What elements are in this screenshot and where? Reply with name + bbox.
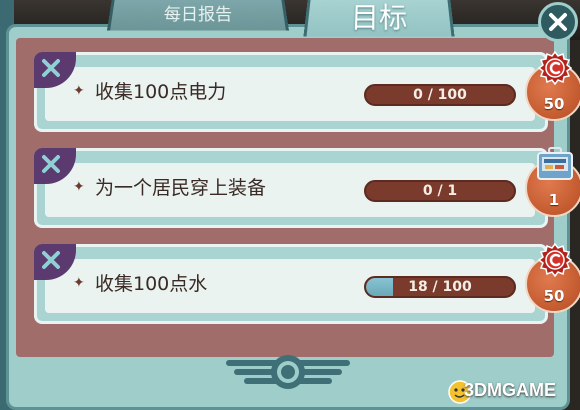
objective-progress-bar: 18 / 100 <box>364 276 516 298</box>
reward-badge: 50 <box>525 243 580 313</box>
objective-label: 收集100点电力 <box>95 81 227 103</box>
close-icon <box>42 59 60 77</box>
bullet-icon: ✦ <box>73 83 85 99</box>
watermark-text: 3DMGAME <box>464 380 557 400</box>
caps-icon <box>538 51 572 85</box>
objective-label: 收集100点水 <box>95 273 208 295</box>
objective-progress-bar: 0 / 100 <box>364 84 516 106</box>
vault-tec-emblem-icon <box>226 355 350 389</box>
objectives-list: ✦ 收集100点电力 0 / 100 50 ✦ 为一个居民穿上装备 0 / 1 <box>16 38 580 357</box>
reward-amount: 50 <box>543 287 565 305</box>
tab-goals-label: 目标 <box>350 0 408 34</box>
objective-card: ✦ 收集100点水 18 / 100 50 <box>34 243 580 324</box>
close-button[interactable] <box>538 2 578 42</box>
bullet-icon: ✦ <box>73 275 85 291</box>
reward-badge: 50 <box>525 51 580 121</box>
close-icon <box>42 155 60 173</box>
close-icon <box>42 251 60 269</box>
tab-goals[interactable]: 目标 <box>303 0 455 37</box>
objective-card: ✦ 为一个居民穿上装备 0 / 1 1 <box>34 147 580 228</box>
tab-daily-report[interactable]: 每日报告 <box>106 0 290 31</box>
progress-text: 0 / 100 <box>413 87 467 103</box>
caps-icon <box>538 243 572 277</box>
tab-daily-report-label: 每日报告 <box>163 5 233 26</box>
objective-card: ✦ 收集100点电力 0 / 100 50 <box>34 51 580 132</box>
bullet-icon: ✦ <box>73 179 85 195</box>
reward-badge: 1 <box>525 147 580 217</box>
close-icon <box>549 13 567 31</box>
objective-label: 为一个居民穿上装备 <box>95 177 267 199</box>
reward-amount: 50 <box>543 95 565 113</box>
progress-text: 0 / 1 <box>422 183 458 199</box>
objective-progress-bar: 0 / 1 <box>364 180 516 202</box>
progress-text: 18 / 100 <box>408 279 472 295</box>
reward-amount: 1 <box>548 191 560 209</box>
lunchbox-icon <box>537 147 573 180</box>
